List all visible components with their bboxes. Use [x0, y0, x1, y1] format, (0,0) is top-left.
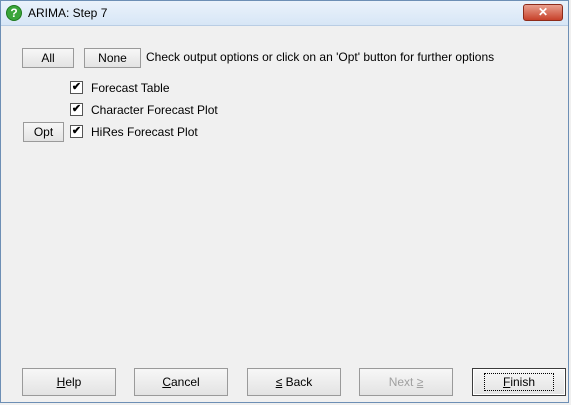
close-button[interactable]: ✕ [523, 4, 563, 21]
character-forecast-plot-checkbox[interactable]: ✔ [70, 103, 83, 116]
forecast-table-label: Forecast Table [91, 81, 170, 95]
close-icon: ✕ [537, 5, 549, 19]
help-circle-icon: ? [6, 5, 22, 21]
hires-forecast-plot-checkbox[interactable]: ✔ [70, 125, 83, 138]
none-button[interactable]: None [84, 48, 141, 68]
instruction-text: Check output options or click on an 'Opt… [146, 50, 495, 64]
focus-rect: Finish [483, 373, 555, 391]
forecast-table-checkbox[interactable]: ✔ [70, 81, 83, 94]
title-bar: ? ARIMA: Step 7 ✕ [1, 1, 568, 26]
cancel-button[interactable]: Cancel [134, 368, 228, 396]
all-button[interactable]: All [22, 48, 74, 68]
character-forecast-plot-label: Character Forecast Plot [91, 103, 218, 117]
opt-button[interactable]: Opt [23, 122, 64, 142]
next-button[interactable]: Next ≥ [359, 368, 453, 396]
finish-button[interactable]: Finish [472, 368, 566, 396]
arima-step7-dialog: ? ARIMA: Step 7 ✕ All None Check output … [0, 0, 569, 403]
hires-forecast-plot-label: HiRes Forecast Plot [91, 125, 198, 139]
window-title: ARIMA: Step 7 [28, 6, 108, 20]
help-button[interactable]: Help [22, 368, 116, 396]
back-button[interactable]: ≤ Back [247, 368, 341, 396]
